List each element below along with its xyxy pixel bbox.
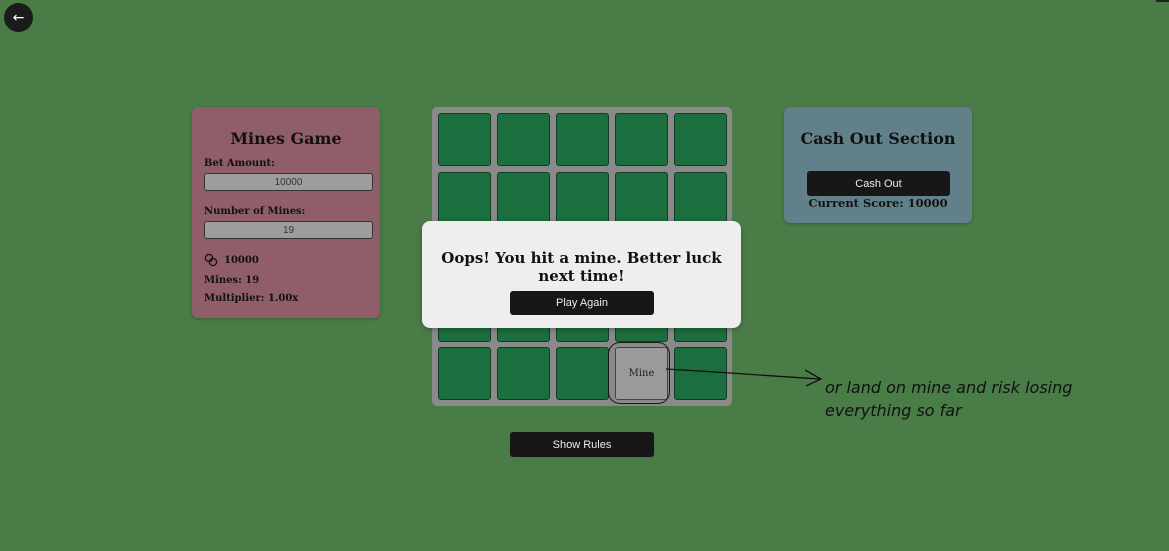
grid-tile[interactable] [556, 113, 609, 166]
cash-out-button[interactable]: Cash Out [807, 171, 950, 196]
grid-tile[interactable] [615, 171, 668, 225]
cashout-panel: Cash Out Section Cash Out Current Score:… [784, 107, 972, 223]
grid-tile[interactable] [497, 171, 550, 225]
mines-game-page: ← Mines Game Bet Amount: 10000 Number of… [0, 0, 1169, 551]
bet-amount-label: Bet Amount: [204, 158, 275, 169]
balance-value: 10000 [224, 254, 259, 266]
annotation-arrow-icon [665, 368, 823, 387]
grid-tile[interactable] [674, 171, 727, 225]
grid-tile[interactable] [556, 171, 609, 225]
show-rules-button[interactable]: Show Rules [510, 432, 654, 457]
cashout-title: Cash Out Section [800, 129, 956, 148]
grid-tile[interactable] [615, 113, 668, 166]
corner-divider [1156, 0, 1169, 2]
game-over-modal: Oops! You hit a mine. Better luck next t… [422, 221, 741, 328]
arrow-left-icon: ← [12, 9, 25, 26]
multiplier-stat: Multiplier: 1.00x [204, 293, 299, 304]
grid-tile[interactable] [497, 347, 550, 400]
grid-tile[interactable] [497, 113, 550, 166]
bet-amount-input[interactable]: 10000 [204, 173, 373, 191]
mines-stat: Mines: 19 [204, 275, 260, 286]
grid-tile[interactable] [438, 347, 491, 400]
game-title: Mines Game [230, 129, 342, 148]
mines-count-input[interactable]: 19 [204, 221, 373, 239]
annotation-line-2: everything so far [825, 401, 962, 420]
grid-tile[interactable] [556, 347, 609, 400]
back-button[interactable]: ← [4, 3, 33, 32]
game-settings-panel: Mines Game Bet Amount: 10000 Number of M… [192, 107, 380, 318]
annotation-line-1: or land on mine and risk losing [825, 378, 1073, 397]
coins-icon [204, 253, 218, 267]
grid-tile[interactable] [438, 113, 491, 166]
play-again-button[interactable]: Play Again [510, 291, 654, 315]
mines-count-label: Number of Mines: [204, 206, 306, 217]
grid-tile[interactable] [438, 171, 491, 225]
balance-row: 10000 [204, 253, 259, 267]
game-over-message: Oops! You hit a mine. Better luck next t… [441, 249, 722, 285]
grid-tile[interactable] [674, 113, 727, 166]
annotation-note: or land on mine and risk losing everythi… [825, 376, 1125, 422]
current-score: Current Score: 10000 [808, 196, 948, 210]
